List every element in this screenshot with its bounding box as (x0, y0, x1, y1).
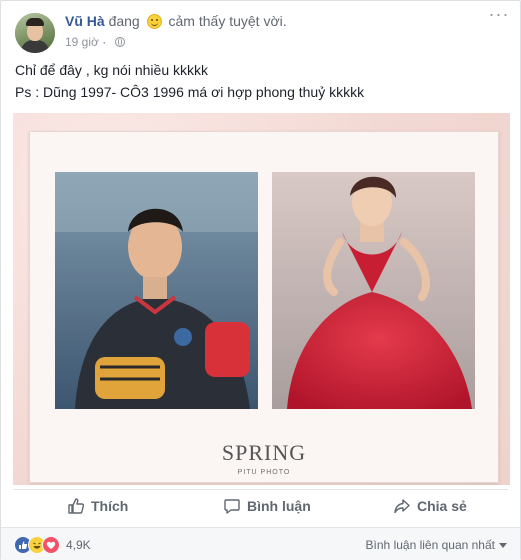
post-message: Chỉ để đây , kg nói nhiều kkkkk Ps : Dũn… (15, 59, 364, 103)
comment-label: Bình luận (247, 498, 311, 514)
comment-icon (224, 499, 240, 514)
status-prefix: đang (108, 13, 140, 29)
post-header: Vũ Hà đang cảm thấy tuyệt vời. (65, 13, 287, 29)
collage-photo-left (55, 172, 258, 409)
caret-down-icon (499, 543, 507, 548)
feeling-text[interactable]: cảm thấy tuyệt vời. (169, 13, 287, 29)
sort-label: Bình luận liên quan nhất (365, 538, 495, 552)
post-line: Chỉ để đây , kg nói nhiều kkkkk (15, 62, 208, 78)
love-icon (42, 536, 60, 554)
like-button[interactable]: Thích (67, 494, 128, 518)
post-line: Ps : Dũng 1997- CÔ3 1996 má ơi hợp phong… (15, 84, 365, 100)
post-timestamp[interactable]: 19 giờ (65, 35, 99, 49)
photo-watermark: PITU PHOTO (237, 469, 291, 476)
globe-icon[interactable] (114, 37, 125, 47)
author-avatar[interactable] (15, 13, 55, 53)
reactions-summary[interactable]: 4,9K (14, 536, 91, 554)
post-card: Vũ Hà đang cảm thấy tuyệt vời. 19 giờ · … (0, 0, 521, 560)
reaction-count: 4,9K (66, 538, 91, 552)
share-button[interactable]: Chia sẻ (393, 494, 467, 518)
share-icon (394, 499, 410, 514)
like-label: Thích (91, 498, 129, 514)
author-name[interactable]: Vũ Hà (65, 13, 105, 29)
more-options-icon[interactable]: ··· (488, 5, 510, 27)
action-bar: Thích Bình luận Chia sẻ (13, 489, 508, 522)
collage-frame: SPRING PITU PHOTO (29, 131, 499, 483)
post-photo[interactable]: SPRING PITU PHOTO (13, 113, 510, 485)
reactions-bar: 4,9K Bình luận liên quan nhất (1, 527, 520, 560)
comment-button[interactable]: Bình luận (223, 494, 311, 518)
comment-sort-dropdown[interactable]: Bình luận liên quan nhất (366, 538, 507, 552)
collage-photo-right (272, 172, 475, 409)
thumbs-up-icon (68, 498, 85, 514)
photo-caption: SPRING (221, 440, 307, 465)
share-label: Chia sẻ (417, 498, 467, 514)
post-meta: 19 giờ · (65, 35, 125, 49)
smile-emoji-icon (146, 14, 162, 29)
